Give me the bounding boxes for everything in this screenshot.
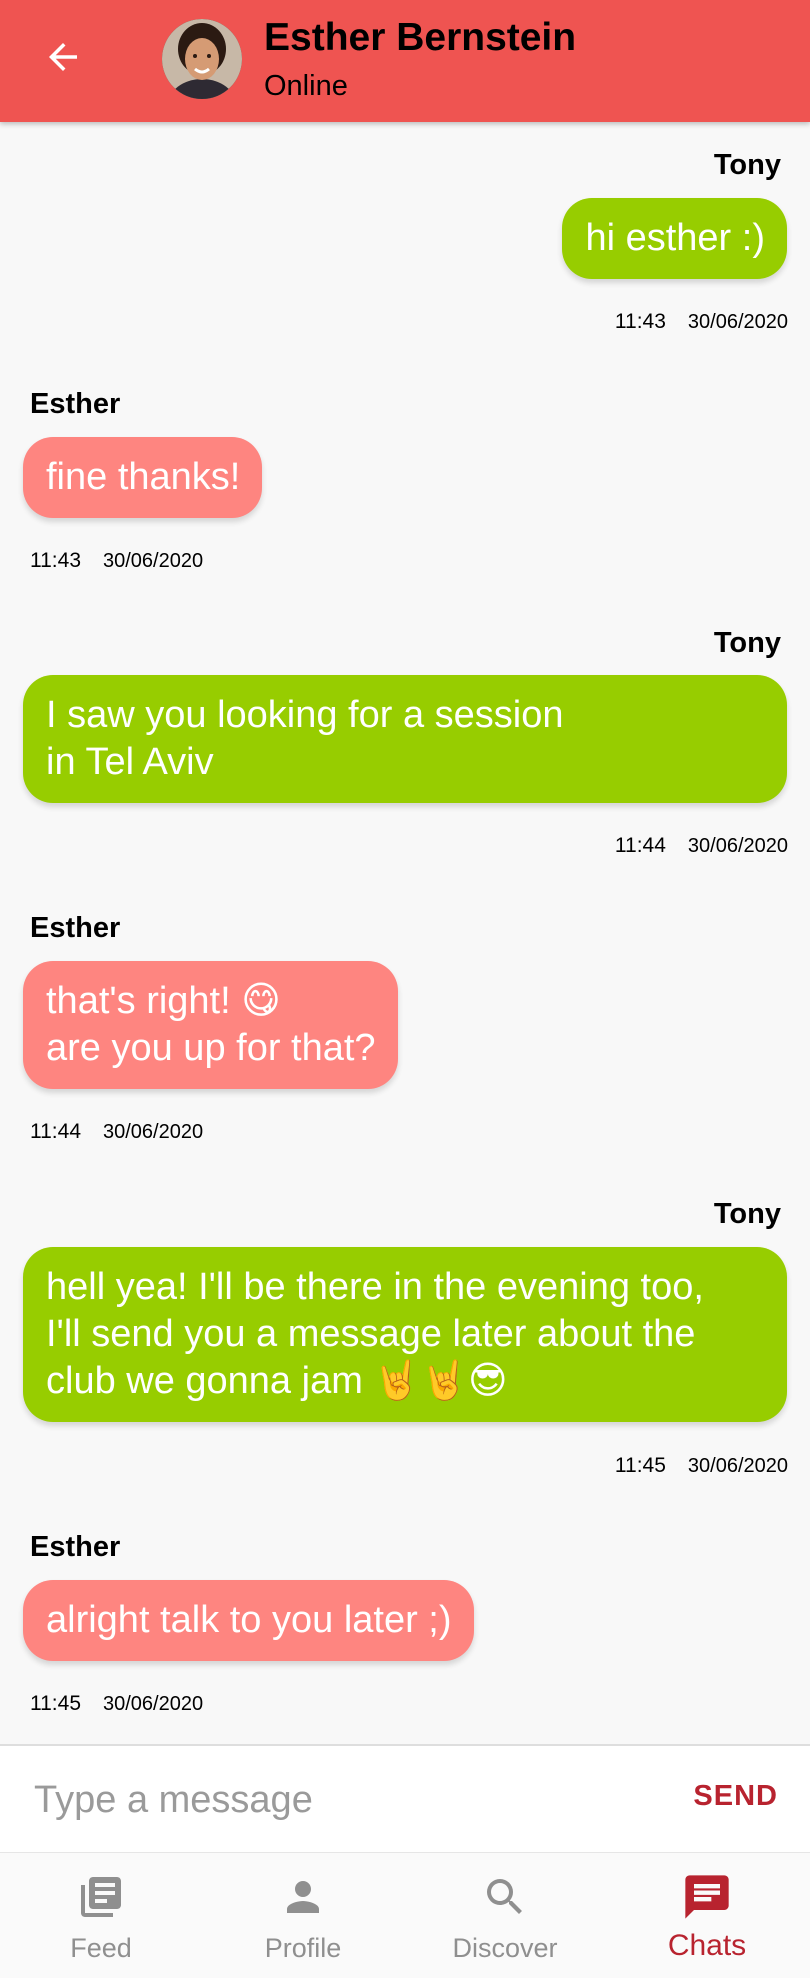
message-bubble[interactable]: hell yea! I'll be there in the evening t…	[23, 1247, 787, 1422]
nav-label: Feed	[70, 1933, 132, 1963]
message-sender: Tony	[713, 149, 781, 181]
message-bubble[interactable]: I saw you looking for a session in Tel A…	[23, 675, 787, 803]
arrow-left-icon	[49, 43, 77, 71]
message-meta: 11:43 30/06/2020	[30, 549, 203, 573]
message-date: 30/06/2020	[687, 835, 788, 857]
message-time: 11:45	[30, 1692, 81, 1715]
send-button[interactable]: SEND	[693, 1780, 778, 1813]
contact-name: Esther Bernstein	[264, 16, 577, 59]
message-composer: SEND	[0, 1744, 810, 1852]
nav-item-profile[interactable]: Profile	[202, 1853, 404, 1978]
person-icon	[277, 1871, 329, 1923]
message-bubble[interactable]: that's right! 😋 are you up for that?	[23, 961, 398, 1089]
nav-item-chats[interactable]: Chats	[606, 1853, 808, 1978]
message-meta: 11:45 30/06/2020	[30, 1692, 203, 1716]
message-date: 30/06/2020	[103, 550, 204, 572]
message-sender: Esther	[30, 912, 121, 944]
message-meta: 11:45 30/06/2020	[615, 1454, 788, 1478]
message-bubble[interactable]: hi esther :)	[562, 198, 787, 279]
chat-icon	[681, 1871, 733, 1923]
nav-label: Discover	[452, 1933, 558, 1963]
message-sender: Tony	[713, 1198, 781, 1230]
message-time: 11:43	[30, 549, 81, 572]
message-time: 11:43	[614, 310, 666, 333]
message-meta: 11:44 30/06/2020	[30, 1120, 203, 1144]
message-sender: Esther	[30, 388, 121, 420]
message-bubble[interactable]: alright talk to you later ;)	[23, 1580, 474, 1661]
message-time: 11:45	[614, 1454, 666, 1477]
feed-icon	[75, 1871, 127, 1923]
message-meta: 11:43 30/06/2020	[615, 310, 788, 334]
contact-status: Online	[264, 70, 348, 102]
message-time: 11:44	[614, 834, 666, 857]
avatar[interactable]	[162, 19, 242, 99]
message-bubble[interactable]: fine thanks!	[23, 437, 263, 518]
nav-label: Chats	[667, 1929, 747, 1962]
message-date: 30/06/2020	[687, 311, 788, 333]
back-button[interactable]	[32, 26, 94, 88]
message-date: 30/06/2020	[687, 1455, 788, 1477]
avatar-image	[162, 19, 242, 99]
message-sender: Tony	[713, 627, 781, 659]
bottom-navigation: Feed Profile Discover Chats	[0, 1852, 810, 1978]
message-date: 30/06/2020	[103, 1693, 204, 1715]
message-input[interactable]	[34, 1768, 654, 1832]
search-icon	[479, 1871, 531, 1923]
chat-header: Esther Bernstein Online	[0, 0, 810, 122]
nav-item-feed[interactable]: Feed	[0, 1853, 202, 1978]
message-time: 11:44	[30, 1120, 81, 1143]
message-list[interactable]: Tony hi esther :) 11:43 30/06/2020 Esther…	[0, 122, 810, 1744]
message-sender: Esther	[30, 1531, 121, 1563]
message-date: 30/06/2020	[103, 1121, 204, 1143]
message-meta: 11:44 30/06/2020	[615, 834, 788, 858]
nav-item-discover[interactable]: Discover	[404, 1853, 606, 1978]
nav-label: Profile	[264, 1933, 342, 1963]
